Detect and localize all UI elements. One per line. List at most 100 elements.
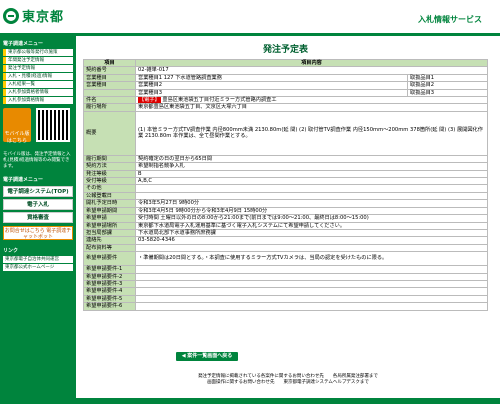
row-value <box>135 265 488 274</box>
table-row: 希望申請要件-5 <box>83 294 488 304</box>
row-key: 希望申請要件-1 <box>83 265 136 274</box>
mobile-note: モバイル版は、発注予定情報と入札(見積)経過情報等のみ閲覧できます。 <box>3 152 71 169</box>
table-row: 履行場所 東京都豊島区東池袋五丁目、文京区大塚六丁目 <box>83 103 488 112</box>
qr-code <box>36 108 70 142</box>
row-value <box>135 272 488 281</box>
table-row: 希望申請場所 東京都下水道局電子入札運用基準に基づく電子入札システムにて希望申請し… <box>83 221 488 230</box>
service-title: 入札情報サービス <box>418 15 482 24</box>
sidebar-heading-2: 電子調達メニュー <box>3 177 44 183</box>
back-button-label: 案件一覧画面へ戻る <box>187 353 233 359</box>
table-row: 受付等級 A,B,C <box>83 177 488 186</box>
row-key: 希望申請要件-5 <box>83 294 136 304</box>
row-key: 履行場所 <box>83 103 136 112</box>
tokyo-emblem-icon <box>3 7 19 24</box>
sidebar-item[interactable]: 入札結果一覧 <box>3 81 73 88</box>
row-value: B <box>135 169 488 179</box>
table-row: 担当局部課 下水道局北部下水道事務所庶務課 <box>83 228 488 238</box>
row-key: 営業種目 <box>83 73 136 83</box>
row-key: 契約方法 <box>83 162 136 171</box>
sidebar: 電子調達メニュー 東京都公報等発行の施策 年間発注予定情報 発注予定情報 入札・… <box>0 36 76 404</box>
table-row: 営業種目 営業種目1 127 下水道管路調査業務 取扱品目1 <box>83 73 488 83</box>
row-key: 希望申請要件-4 <box>83 287 136 296</box>
row-key: 履行期間 <box>83 154 136 164</box>
sidebar-link[interactable]: 東京都公式ホームページ <box>3 264 73 271</box>
row-value: 営業種目2 <box>135 81 408 90</box>
row-value <box>135 287 488 296</box>
row-value <box>135 191 488 201</box>
table-row: 希望申請要件-3 <box>83 279 488 289</box>
sidebar-item[interactable]: 入札参加資格者情報 <box>3 89 73 96</box>
row-value <box>135 302 488 311</box>
row-value: 契約確定の日の翌日から65日間 <box>135 154 488 164</box>
e-bid-button[interactable]: 電子入札 <box>3 199 73 210</box>
table-row: 希望申請期間 令和3年4月5日 9時00分から令和3年4月9日 15時00分 <box>83 206 488 216</box>
header: 東京都 入札情報サービス <box>0 0 500 36</box>
table-row: 配布資料等 <box>83 243 488 253</box>
table-row: 希望申請要件-6 <box>83 302 488 311</box>
row-key: 発注等級 <box>83 169 136 179</box>
row-extra: 取扱品目3 <box>407 88 488 98</box>
sidebar-item[interactable]: 年間発注予定情報 <box>3 57 73 64</box>
row-key: 希望申請要件-3 <box>83 279 136 289</box>
row-value: 営業種目3 <box>135 88 408 98</box>
sidebar-item[interactable]: 発注予定情報 <box>3 65 73 72</box>
row-key: その他 <box>83 184 136 193</box>
sidebar-heading: 電子調達メニュー <box>3 41 44 47</box>
row-value: 【電子】 豊島区東池袋五丁目付近ミラー方式管路内調査工 <box>135 96 488 105</box>
row-key: 公報登載日 <box>83 191 136 201</box>
row-key: 契約番号 <box>83 66 136 75</box>
row-value <box>135 279 488 289</box>
table-row: 契約方法 希望制指名競争入札 <box>83 162 488 171</box>
row-value <box>135 243 488 253</box>
footer-line: 画面操作に関するお問い合わせ先 東京都電子調達システムヘルプデスクまで <box>207 380 369 385</box>
tokyo-logo[interactable]: 東京都 <box>3 6 64 25</box>
sidebar-item[interactable]: 入札参加資格情報 <box>3 97 73 104</box>
row-value: (1) 本管ミラー方式TV調査作業 内径800mm未満 2130.80m(延 間… <box>135 110 488 156</box>
row-key: 希望申請要件 <box>83 251 136 267</box>
faq-chatbot-button[interactable]: お問合せはこちら 電子調達チャットボット <box>3 226 73 240</box>
sidebar-item[interactable]: 東京都公報等発行の施策 <box>3 49 73 56</box>
qualification-button[interactable]: 資格審査 <box>3 212 73 223</box>
table-row: 希望申請要件-4 <box>83 287 488 296</box>
row-key: 配布資料等 <box>83 243 136 253</box>
back-to-list-button[interactable]: ◀ 案件一覧画面へ戻る <box>176 352 238 361</box>
row-value: 受付時間 土曜日以外の日の8:00から21:00まで(前日までは9:00〜21:… <box>135 214 488 223</box>
table-header: 項目 項目内容 <box>83 58 488 68</box>
row-key: 希望申請場所 <box>83 221 136 230</box>
row-key <box>83 88 136 98</box>
row-value <box>135 184 488 193</box>
table-row: 希望申請要件-1 <box>83 265 488 274</box>
row-value: 令和3年5月27日 9時00分 <box>135 199 488 208</box>
mobile-button[interactable]: モバイル版はこちら <box>3 108 31 144</box>
header-cell: 項目 <box>83 58 136 68</box>
subject-text: 豊島区東池袋五丁目付近ミラー方式管路内調査工 <box>162 97 277 104</box>
row-value: A,B,C <box>135 177 488 186</box>
system-top-button[interactable]: 電子調達システム(TOP) <box>3 186 73 197</box>
links-heading: リンク <box>3 248 19 254</box>
row-key: 担当局部課 <box>83 228 136 238</box>
footer: 発注予定情報に掲載されている各案件に関するお問い合わせ先 各局所属発注部署まで … <box>76 374 500 386</box>
sidebar-link[interactable]: 東京都電子自治体共同運営 <box>3 256 73 263</box>
electronic-tag: 【電子】 <box>138 97 161 104</box>
table-row: 営業種目3 取扱品目3 <box>83 88 488 98</box>
row-extra: 取扱品目1 <box>407 73 488 83</box>
sidebar-item[interactable]: 入札・見積(経過)情報 <box>3 73 73 80</box>
row-extra: 取扱品目2 <box>407 81 488 90</box>
row-key: 開札予定日時 <box>83 199 136 208</box>
row-value: 02-雑単-017 <box>135 66 488 75</box>
table-row: 発注等級 B <box>83 169 488 179</box>
header-cell: 項目内容 <box>135 58 488 68</box>
row-value: 東京都豊島区東池袋五丁目、文京区大塚六丁目 <box>135 103 488 112</box>
detail-table: 項目 項目内容 契約番号 02-雑単-017 営業種目 営業種目1 127 下水道管… <box>83 58 488 311</box>
table-row: 営業種目 営業種目2 取扱品目2 <box>83 81 488 90</box>
table-row: 公報登載日 <box>83 191 488 201</box>
row-value <box>135 294 488 304</box>
page-title: 発注予定表 <box>262 45 308 55</box>
table-row: 開札予定日時 令和3年5月27日 9時00分 <box>83 199 488 208</box>
footer-bar <box>76 398 500 404</box>
table-row: 希望申請要件 ・準備期間は20日間とする。・本調査に使用するミラー方式TVカメラは… <box>83 251 488 267</box>
table-row: 履行期間 契約確定の日の翌日から65日間 <box>83 154 488 164</box>
table-row: 希望申請 受付時間 土曜日以外の日の8:00から21:00まで(前日までは9:00… <box>83 214 488 223</box>
table-row: 概要 (1) 本管ミラー方式TV調査作業 内径800mm未満 2130.80m(延… <box>83 110 488 156</box>
row-value: 下水道局北部下水道事務所庶務課 <box>135 228 488 238</box>
